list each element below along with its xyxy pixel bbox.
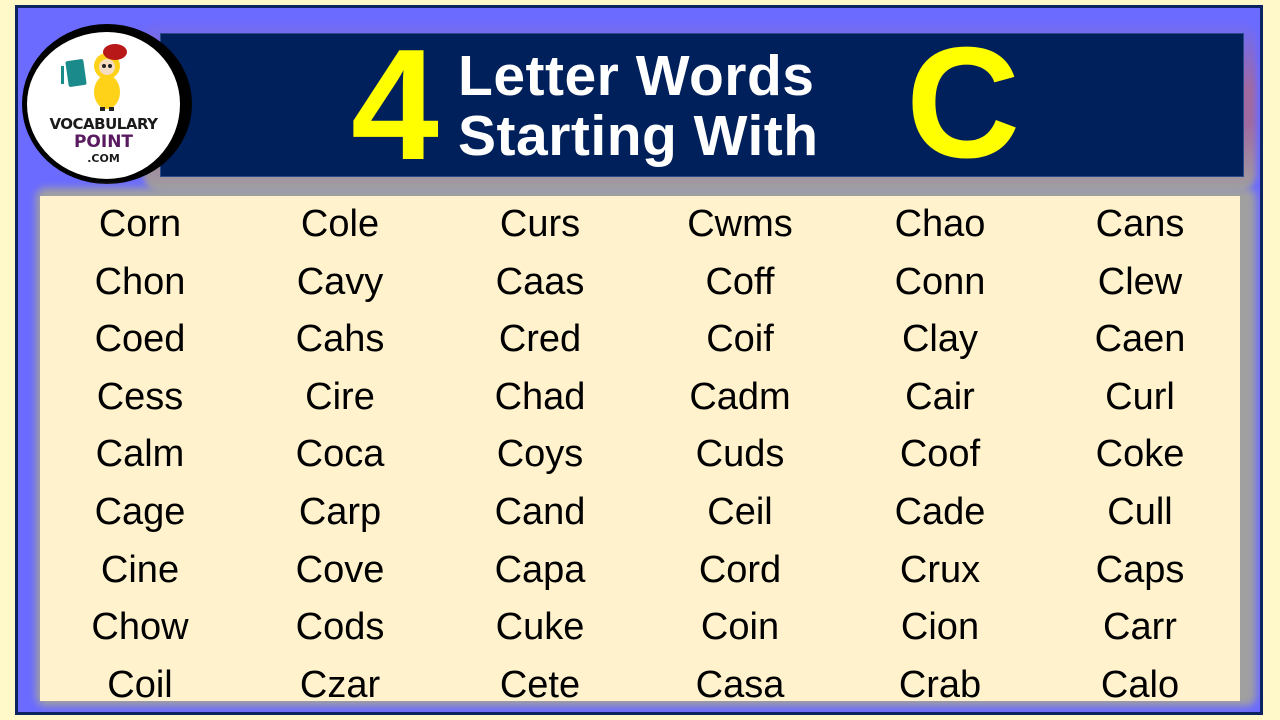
word-item: Cuke (495, 606, 585, 649)
poster-frame: 4 Letter Words Starting With C VOCABULAR… (15, 5, 1263, 715)
word-item: Cair (905, 375, 975, 418)
title-line-1: Letter Words (458, 44, 815, 108)
word-item: Cand (494, 490, 586, 533)
word-item: Capa (494, 548, 586, 591)
word-item: Cire (305, 375, 375, 418)
word-item: Coif (706, 318, 774, 361)
word-item: Coof (899, 433, 981, 476)
word-item: Cred (498, 318, 582, 361)
word-grid: Corn Cole Curs Cwms Chao Cans Chon Cavy Caas Coff… (40, 196, 1240, 706)
title-letter: C (906, 15, 1021, 191)
title-line-2: Starting With (458, 104, 819, 168)
mascot-icon (61, 44, 127, 111)
word-item: Coff (705, 260, 775, 303)
vocabulary-point-logo: VOCABULARY POINT .COM (22, 24, 192, 184)
title-banner: 4 Letter Words Starting With C (160, 24, 1244, 184)
word-item: Clay (901, 318, 979, 361)
title-text: Letter Words Starting With (458, 46, 819, 166)
word-item: Cete (499, 663, 581, 706)
word-item: Coca (295, 433, 385, 476)
word-item: Cods (295, 606, 385, 649)
word-item: Czar (299, 663, 381, 706)
word-item: Cove (295, 548, 385, 591)
word-item: Cole (300, 203, 380, 245)
word-item: Cage (94, 490, 186, 533)
word-item: Coed (94, 318, 186, 361)
word-item: Coin (700, 606, 780, 649)
word-item: Cess (96, 375, 184, 418)
word-item: Chao (894, 203, 986, 245)
word-item: Crux (899, 548, 981, 591)
word-item: Carp (298, 490, 382, 533)
word-item: Cion (900, 606, 980, 649)
word-item: Corn (98, 203, 182, 245)
word-item: Coil (107, 663, 173, 706)
word-item: Casa (695, 663, 785, 706)
word-item: Calo (1100, 663, 1180, 706)
title-number: 4 (351, 17, 439, 193)
word-item: Carr (1103, 606, 1177, 649)
word-item: Cuds (695, 433, 785, 476)
word-item: Crab (898, 663, 982, 706)
logo-text-vocabulary: VOCABULARY (49, 115, 158, 133)
word-item: Cans (1095, 203, 1185, 245)
word-item: Coys (496, 433, 584, 476)
word-item: Cadm (689, 375, 791, 418)
word-item: Chad (494, 375, 586, 418)
word-item: Cine (100, 548, 180, 591)
word-item: Cavy (296, 260, 384, 303)
word-item: Cord (698, 548, 782, 591)
word-item: Curs (499, 203, 581, 245)
word-item: Cwms (687, 203, 793, 245)
logo-text-com: .COM (87, 152, 120, 165)
word-item: Conn (894, 260, 986, 303)
word-item: Caen (1094, 318, 1186, 361)
word-item: Cull (1107, 490, 1173, 533)
logo-text-point: POINT (73, 132, 134, 152)
word-item: Chow (91, 606, 189, 649)
word-item: Cahs (295, 318, 385, 361)
word-item: Chon (94, 260, 186, 303)
word-item: Calm (95, 433, 185, 476)
word-item: Caas (495, 260, 585, 303)
word-item: Curl (1105, 375, 1175, 418)
word-item: Ceil (707, 490, 773, 533)
word-item: Coke (1095, 433, 1185, 476)
word-item: Caps (1095, 548, 1185, 591)
word-item: Cade (894, 490, 986, 533)
word-item: Clew (1097, 260, 1183, 303)
